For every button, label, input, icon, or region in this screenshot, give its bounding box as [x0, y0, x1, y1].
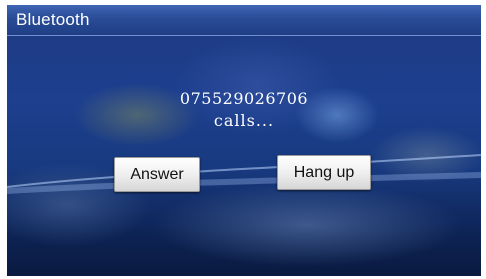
- hang-up-button[interactable]: Hang up: [277, 155, 371, 190]
- title-bar: Bluetooth: [7, 5, 481, 36]
- background-swoosh: [7, 154, 481, 194]
- call-status: calls...: [213, 111, 275, 130]
- bluetooth-call-screen: Bluetooth 075529026706 calls... Answer H…: [7, 5, 481, 276]
- caller-number: 075529026706: [179, 89, 309, 108]
- answer-button[interactable]: Answer: [114, 157, 200, 192]
- window-title: Bluetooth: [16, 10, 90, 29]
